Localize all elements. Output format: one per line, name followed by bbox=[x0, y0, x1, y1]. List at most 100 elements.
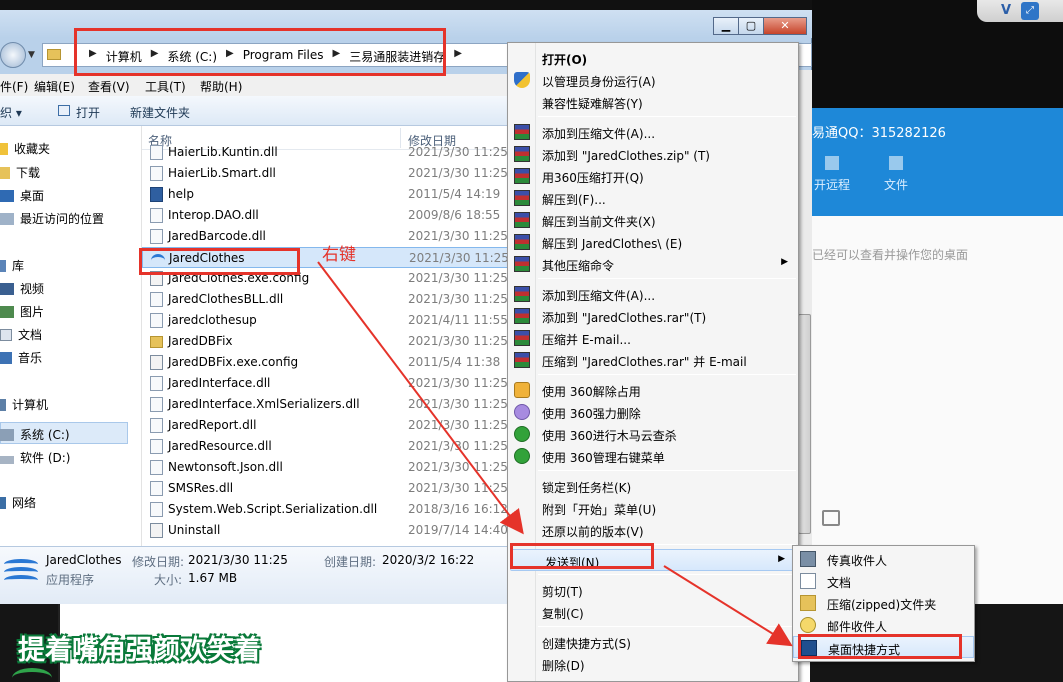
file-row[interactable]: jaredclothesup 2021/4/11 11:55 bbox=[142, 310, 508, 331]
file-row[interactable]: Uninstall 2019/7/14 14:40 bbox=[142, 520, 508, 541]
nav-libraries[interactable]: 库 bbox=[0, 257, 24, 277]
file-row[interactable]: System.Web.Script.Serialization.dll 2018/… bbox=[142, 499, 508, 520]
computer-icon bbox=[0, 399, 6, 411]
dll-file-icon bbox=[150, 397, 163, 412]
menu-edit[interactable]: 编辑(E) bbox=[34, 78, 75, 95]
close-button[interactable]: ✕ bbox=[763, 17, 807, 35]
file-row[interactable]: Newtonsoft.Json.dll 2021/3/30 11:25 bbox=[142, 457, 508, 478]
sendto-item[interactable]: 文档 bbox=[793, 570, 974, 592]
nav-label: 音乐 bbox=[18, 351, 43, 365]
file-row[interactable]: JaredReport.dll 2021/3/30 11:25 bbox=[142, 415, 508, 436]
menu-item-label: 用360压缩打开(Q) bbox=[542, 171, 644, 185]
breadcrumb-separator[interactable]: ▶ bbox=[448, 48, 468, 65]
context-menu-item[interactable]: 用360压缩打开(Q) bbox=[508, 165, 798, 187]
nav-label: 文档 bbox=[18, 328, 43, 342]
file-row[interactable]: JaredInterface.XmlSerializers.dll 2021/3/… bbox=[142, 394, 508, 415]
nav-desktop[interactable]: 桌面 bbox=[0, 187, 44, 207]
back-button[interactable] bbox=[0, 42, 26, 68]
organize-button[interactable]: 织 ▾ bbox=[0, 104, 22, 121]
menu-tools[interactable]: 工具(T) bbox=[145, 78, 186, 95]
nav-computer[interactable]: 计算机 bbox=[0, 396, 48, 416]
zip-icon bbox=[800, 595, 816, 611]
sendto-item[interactable]: 压缩(zipped)文件夹 bbox=[793, 592, 974, 614]
scroll-thumb[interactable] bbox=[798, 314, 811, 534]
menu-item-label: 添加到 "JaredClothes.rar"(T) bbox=[542, 311, 707, 325]
menu-item-label: 解压到当前文件夹(X) bbox=[542, 215, 656, 229]
context-menu-item[interactable]: 打开(O) bbox=[508, 47, 798, 69]
context-menu: 打开(O) 以管理员身份运行(A) 兼容性疑难解答(Y) 添加到压缩文件(A)... 添… bbox=[507, 42, 799, 682]
context-menu-item[interactable]: 添加到压缩文件(A)... bbox=[508, 283, 798, 305]
file-button[interactable]: 文件 bbox=[876, 156, 916, 193]
nav-network[interactable]: 网络 bbox=[0, 494, 36, 514]
nav-drive-c[interactable]: 系统 (C:) bbox=[0, 426, 70, 446]
file-row[interactable]: Interop.DAO.dll 2009/8/6 18:55 bbox=[142, 205, 508, 226]
context-menu-item[interactable]: 创建快捷方式(S) bbox=[508, 631, 798, 653]
nav-drive-d[interactable]: 软件 (D:) bbox=[0, 449, 70, 469]
file-row[interactable]: HaierLib.Kuntin.dll 2021/3/30 11:25 bbox=[142, 142, 508, 163]
file-row[interactable]: SMSRes.dll 2021/3/30 11:25 bbox=[142, 478, 508, 499]
context-menu-item[interactable]: 压缩到 "JaredClothes.rar" 并 E-mail bbox=[508, 349, 798, 371]
remote-desktop-button[interactable]: 开远程 bbox=[812, 156, 852, 193]
context-menu-item[interactable]: 使用 360解除占用 bbox=[508, 379, 798, 401]
menu-help[interactable]: 帮助(H) bbox=[200, 78, 242, 95]
file-row[interactable]: HaierLib.Smart.dll 2021/3/30 11:25 bbox=[142, 163, 508, 184]
file-row[interactable]: JaredDBFix.exe.config 2011/5/4 11:38 bbox=[142, 352, 508, 373]
nav-favorites[interactable]: 收藏夹 bbox=[0, 140, 50, 160]
file-row[interactable]: JaredResource.dll 2021/3/30 11:25 bbox=[142, 436, 508, 457]
context-menu-item[interactable]: 解压到当前文件夹(X) bbox=[508, 209, 798, 231]
star-icon bbox=[0, 143, 8, 155]
context-menu-item[interactable]: 剪切(T) bbox=[508, 579, 798, 601]
context-menu-item[interactable]: 还原以前的版本(V) bbox=[508, 519, 798, 541]
chevron-down-icon[interactable]: ▼ bbox=[28, 50, 35, 60]
sendto-item[interactable]: 邮件收件人 bbox=[793, 614, 974, 636]
rar-icon bbox=[514, 308, 530, 324]
context-menu-item[interactable]: 使用 360管理右键菜单 bbox=[508, 445, 798, 467]
sendto-item[interactable]: 传真收件人 bbox=[793, 548, 974, 570]
file-row[interactable]: JaredInterface.dll 2021/3/30 11:25 bbox=[142, 373, 508, 394]
context-menu-item[interactable]: 添加到压缩文件(A)... bbox=[508, 121, 798, 143]
video-icon bbox=[0, 283, 14, 295]
context-menu-item[interactable]: 解压到 JaredClothes\ (E) bbox=[508, 231, 798, 253]
menu-item-label: 压缩并 E-mail... bbox=[542, 333, 631, 347]
context-menu-item[interactable]: 添加到 "JaredClothes.rar"(T) bbox=[508, 305, 798, 327]
file-date: 2021/3/30 11:25 bbox=[408, 229, 508, 243]
file-row[interactable]: JaredClothesBLL.dll 2021/3/30 11:25 bbox=[142, 289, 508, 310]
maximize-button[interactable]: ▢ bbox=[738, 17, 764, 35]
menu-separator bbox=[538, 374, 796, 375]
dll-file-icon bbox=[150, 418, 163, 433]
nav-music[interactable]: 音乐 bbox=[0, 349, 42, 369]
file-row[interactable]: JaredDBFix 2021/3/30 11:25 bbox=[142, 331, 508, 352]
remote-logo-tab[interactable]: V ⤢ bbox=[977, 0, 1063, 22]
menu-file[interactable]: 件(F) bbox=[0, 78, 28, 95]
file-date: 2021/3/30 11:25 bbox=[408, 481, 508, 495]
context-menu-item[interactable]: 复制(C) bbox=[508, 601, 798, 623]
context-menu-item[interactable]: 使用 360强力删除 bbox=[508, 401, 798, 423]
minimize-button[interactable]: ▁ bbox=[713, 17, 739, 35]
rar-icon bbox=[514, 124, 530, 140]
nav-downloads[interactable]: 下载 bbox=[0, 164, 40, 184]
context-menu-item[interactable]: 使用 360进行木马云查杀 bbox=[508, 423, 798, 445]
file-name: Interop.DAO.dll bbox=[168, 208, 259, 222]
context-menu-item[interactable]: 其他压缩命令 ▶ bbox=[508, 253, 798, 275]
nav-documents[interactable]: 文档 bbox=[0, 326, 42, 346]
nav-pictures[interactable]: 图片 bbox=[0, 303, 44, 323]
file-row[interactable]: help 2011/5/4 14:19 bbox=[142, 184, 508, 205]
360y-icon bbox=[514, 382, 530, 398]
context-menu-item[interactable]: 添加到 "JaredClothes.zip" (T) bbox=[508, 143, 798, 165]
context-menu-item[interactable]: 锁定到任务栏(K) bbox=[508, 475, 798, 497]
context-menu-item[interactable]: 删除(D) bbox=[508, 653, 798, 675]
context-menu-item[interactable]: 以管理员身份运行(A) bbox=[508, 69, 798, 91]
nav-videos[interactable]: 视频 bbox=[0, 280, 44, 300]
file-name: JaredInterface.dll bbox=[168, 376, 271, 390]
context-menu-item[interactable]: 附到「开始」菜单(U) bbox=[508, 497, 798, 519]
screen-icon[interactable] bbox=[822, 510, 840, 526]
new-folder-button[interactable]: 新建文件夹 bbox=[130, 104, 190, 121]
context-menu-item[interactable]: 兼容性疑难解答(Y) bbox=[508, 91, 798, 113]
context-menu-item[interactable]: 重命名(M) bbox=[508, 675, 798, 681]
open-button[interactable]: 打开 bbox=[76, 104, 100, 121]
nav-recent[interactable]: 最近访问的位置 bbox=[0, 210, 104, 230]
context-menu-item[interactable]: 解压到(F)... bbox=[508, 187, 798, 209]
context-menu-item[interactable]: 压缩并 E-mail... bbox=[508, 327, 798, 349]
menu-view[interactable]: 查看(V) bbox=[88, 78, 130, 95]
menu-separator bbox=[538, 470, 796, 471]
